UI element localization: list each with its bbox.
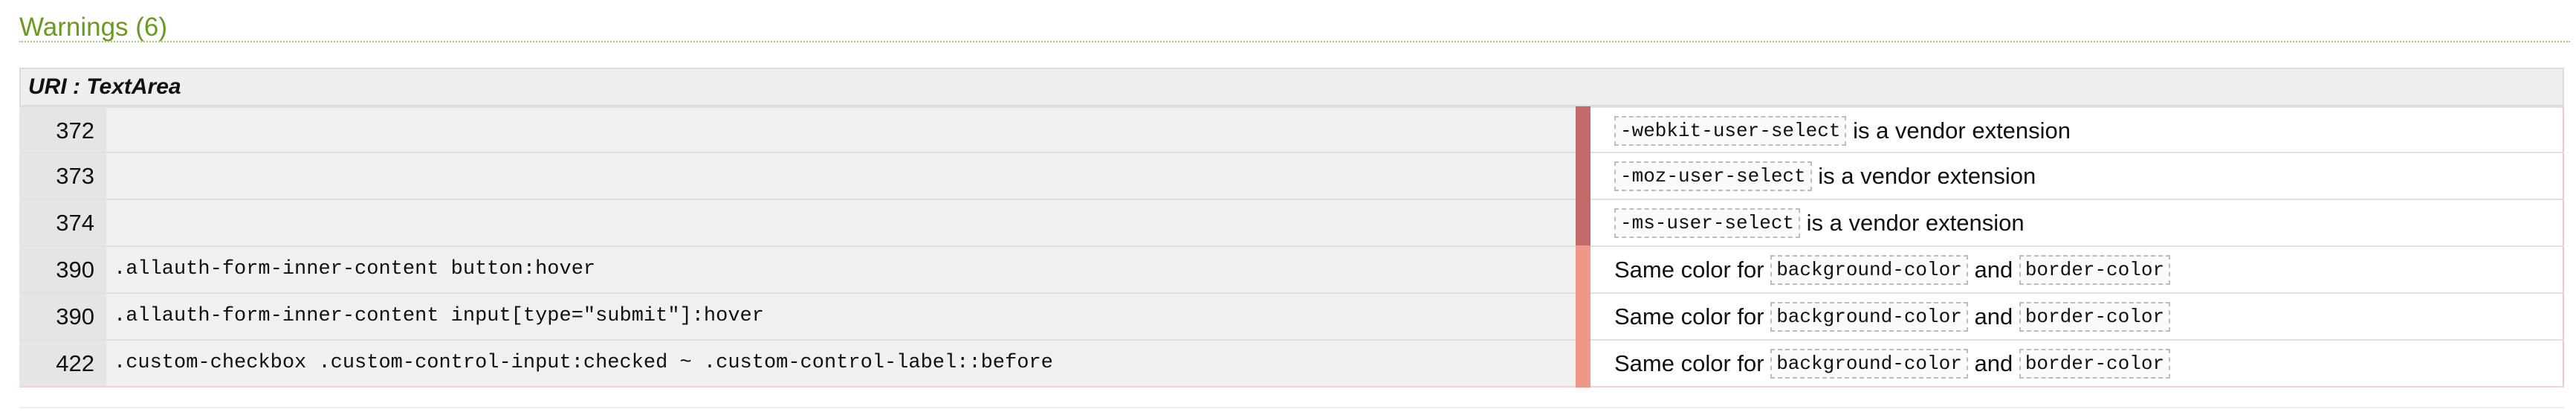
message-prefix: Same color for: [1614, 257, 1764, 283]
message-text: is a vendor extension: [1806, 210, 2025, 236]
css-property-code: -ms-user-select: [1614, 208, 1801, 238]
css-property-code: border-color: [2019, 348, 2171, 379]
selector-cell: [106, 153, 1576, 199]
table-row: 372 -webkit-user-select is a vendor exte…: [19, 106, 2564, 153]
message-cell: -moz-user-select is a vendor extension: [1590, 153, 2564, 199]
line-number: 390: [19, 294, 106, 339]
css-property-code: background-color: [1770, 301, 1968, 332]
title-divider: [19, 41, 2570, 42]
css-property-code: background-color: [1770, 254, 1968, 285]
message-cell: -ms-user-select is a vendor extension: [1590, 200, 2564, 245]
message-text: is a vendor extension: [1853, 118, 2071, 144]
line-number: 374: [19, 200, 106, 245]
severity-marker: [1576, 199, 1590, 247]
warnings-section: Warnings (6) URI : TextArea 372 -webkit-…: [0, 0, 2576, 418]
table-row: 374 -ms-user-select is a vendor extensio…: [19, 199, 2564, 247]
selector-cell: [106, 108, 1576, 152]
line-number: 372: [19, 108, 106, 152]
severity-marker: [1576, 245, 1590, 294]
css-property-code: border-color: [2019, 254, 2171, 285]
table-row: 373 -moz-user-select is a vendor extensi…: [19, 152, 2564, 200]
message-conjunction: and: [1974, 350, 2013, 376]
selector-cell: .allauth-form-inner-content input[type="…: [106, 294, 1576, 339]
message-prefix: Same color for: [1614, 350, 1764, 376]
css-property-code: background-color: [1770, 348, 1968, 379]
warnings-table: 372 -webkit-user-select is a vendor exte…: [19, 106, 2564, 388]
message-conjunction: and: [1974, 303, 2013, 329]
message-cell: Same color for background-color and bord…: [1590, 294, 2564, 339]
message-conjunction: and: [1974, 257, 2013, 283]
line-number: 390: [19, 247, 106, 292]
message-cell: Same color for background-color and bord…: [1590, 247, 2564, 292]
message-text: is a vendor extension: [1818, 163, 2036, 189]
section-footer-divider: [19, 407, 2564, 408]
severity-marker: [1576, 292, 1590, 341]
table-row: 390 .allauth-form-inner-content button:h…: [19, 245, 2564, 294]
css-property-code: border-color: [2019, 301, 2171, 332]
selector-cell: [106, 200, 1576, 245]
message-prefix: Same color for: [1614, 303, 1764, 329]
line-number: 422: [19, 341, 106, 386]
uri-header: URI : TextArea: [19, 68, 2564, 106]
selector-cell: .custom-checkbox .custom-control-input:c…: [106, 341, 1576, 386]
message-cell: -webkit-user-select is a vendor extensio…: [1590, 108, 2564, 152]
css-property-code: -moz-user-select: [1614, 161, 1812, 191]
table-row: 422 .custom-checkbox .custom-control-inp…: [19, 339, 2564, 388]
table-row: 390 .allauth-form-inner-content input[ty…: [19, 292, 2564, 341]
severity-marker: [1576, 152, 1590, 200]
message-cell: Same color for background-color and bord…: [1590, 341, 2564, 386]
severity-marker: [1576, 339, 1590, 388]
selector-cell: .allauth-form-inner-content button:hover: [106, 247, 1576, 292]
css-property-code: -webkit-user-select: [1614, 115, 1847, 146]
severity-marker: [1576, 106, 1590, 153]
line-number: 373: [19, 153, 106, 199]
